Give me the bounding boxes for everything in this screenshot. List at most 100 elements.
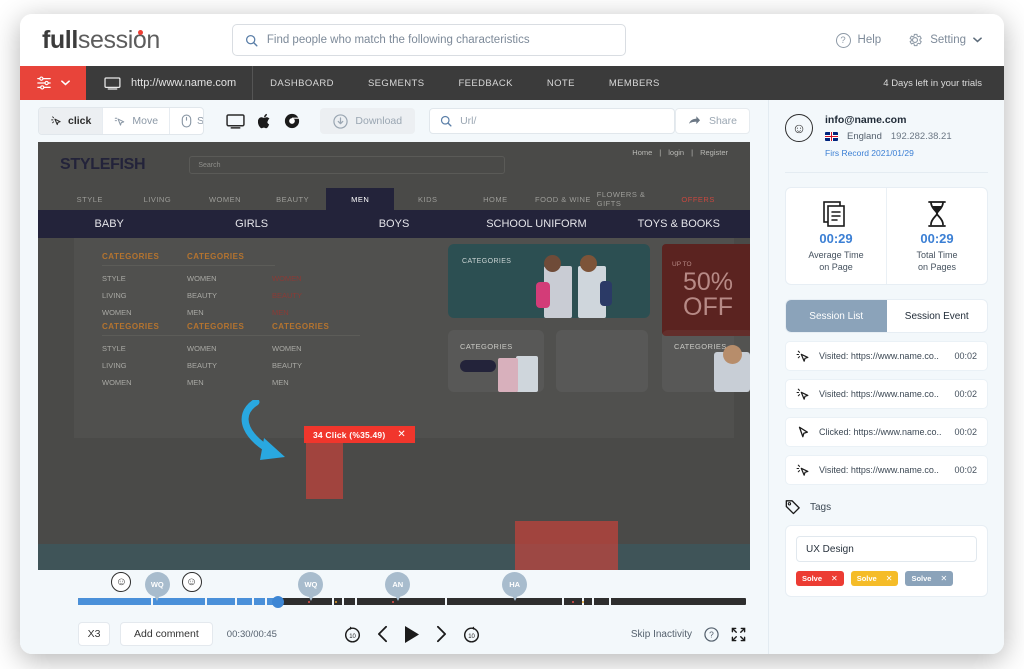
url-filter[interactable] <box>429 108 675 134</box>
heatmap-label-1[interactable]: 34 Click (%35.49) ✕ <box>304 426 415 443</box>
setting-button[interactable]: Setting <box>907 32 982 48</box>
site-nav2-baby[interactable]: BABY <box>38 210 180 238</box>
category-item[interactable]: STYLE <box>102 274 190 283</box>
session-replay-stage[interactable]: STYLEFISH Search Home | login | Register… <box>38 142 750 570</box>
visitor-first-record[interactable]: Firs Record 2021/01/29 <box>825 148 952 158</box>
site-url[interactable]: http://www.name.com <box>86 66 254 100</box>
help-button[interactable]: ? Help <box>835 32 881 48</box>
tab-session-list[interactable]: Session List <box>786 300 887 332</box>
app-logo[interactable]: fullsession <box>42 26 160 55</box>
category-item[interactable]: WOMEN <box>187 344 275 353</box>
timeline-marker-user[interactable]: HA <box>502 572 528 601</box>
download-button[interactable]: Download <box>320 108 416 134</box>
tag-chip-red[interactable]: Solve ✕ <box>796 571 844 586</box>
timeline-marker-user[interactable]: WQ <box>298 572 324 601</box>
nav-item-segments[interactable]: SEGMENTS <box>351 78 442 89</box>
timeline-marker-user[interactable]: AN <box>385 572 411 601</box>
apple-device-button[interactable] <box>258 113 271 129</box>
category-item[interactable]: BEAUTY <box>187 291 275 300</box>
category-item[interactable]: WOMEN <box>272 274 360 283</box>
site-link-login[interactable]: login <box>668 148 684 157</box>
close-icon[interactable]: ✕ <box>886 574 893 583</box>
site-link-home[interactable]: Home <box>632 148 652 157</box>
playback-speed-button[interactable]: X3 <box>78 622 110 646</box>
heatmap-region-2[interactable] <box>515 521 618 570</box>
global-search[interactable] <box>231 24 626 56</box>
nav-item-dashboard[interactable]: DASHBOARD <box>253 78 351 89</box>
category-item[interactable]: LIVING <box>102 291 190 300</box>
site-link-register[interactable]: Register <box>700 148 728 157</box>
site-nav2-boys[interactable]: BOYS <box>323 210 465 238</box>
nav-item-note[interactable]: NOTE <box>530 78 592 89</box>
help-circle-icon[interactable]: ? <box>704 626 719 642</box>
heatmap-region-1[interactable] <box>306 442 343 499</box>
chrome-browser-button[interactable] <box>284 113 300 129</box>
add-comment-button[interactable]: Add comment <box>120 622 213 646</box>
category-item[interactable]: WOMEN <box>187 274 275 283</box>
tag-chip-yellow[interactable]: Solve ✕ <box>850 571 899 586</box>
category-item[interactable]: WOMEN <box>272 344 360 353</box>
site-nav-food-wine[interactable]: FOOD & WINE <box>529 188 597 210</box>
timeline-marker-emoji[interactable]: ☺ <box>181 572 202 592</box>
category-item[interactable]: LIVING <box>102 361 190 370</box>
list-item[interactable]: Visited: https://www.name.co.. 00:02 <box>785 341 988 371</box>
mode-scroll[interactable]: Scroll <box>170 108 203 134</box>
list-item[interactable]: Clicked: https://www.name.co.. 00:02 <box>785 417 988 447</box>
nav-item-feedback[interactable]: FEEDBACK <box>441 78 529 89</box>
site-nav-living[interactable]: LIVING <box>124 188 192 210</box>
close-icon[interactable]: ✕ <box>397 429 406 440</box>
timeline-marker-emoji[interactable]: ☺ <box>111 572 132 592</box>
site-nav-home[interactable]: HOME <box>462 188 530 210</box>
promo-discount-banner[interactable]: UP TO 50% OFF <box>662 244 750 336</box>
site-nav-beauty[interactable]: BEAUTY <box>259 188 327 210</box>
desktop-device-button[interactable] <box>226 113 246 129</box>
category-item[interactable]: BEAUTY <box>187 361 275 370</box>
promo-card-left[interactable]: CATEGORIES <box>448 330 544 392</box>
site-nav-style[interactable]: STYLE <box>56 188 124 210</box>
category-item[interactable]: BEAUTY <box>272 291 360 300</box>
promo-card-right[interactable]: CATEGORIES <box>662 330 750 392</box>
site-search-field[interactable]: Search <box>189 156 506 174</box>
timeline[interactable]: ☺ WQ ☺ WQ AN HA <box>78 572 746 608</box>
promo-card-button[interactable] <box>460 360 496 372</box>
tag-input[interactable] <box>796 536 977 562</box>
category-item[interactable]: BEAUTY <box>272 361 360 370</box>
site-nav-women[interactable]: WOMEN <box>191 188 259 210</box>
skip-inactivity-button[interactable]: Skip Inactivity <box>631 629 692 640</box>
fullscreen-icon[interactable] <box>731 627 746 642</box>
url-filter-input[interactable] <box>460 115 664 127</box>
list-item[interactable]: Visited: https://www.name.co.. 00:02 <box>785 379 988 409</box>
tag-chip-grey[interactable]: Solve ✕ <box>905 571 954 586</box>
filter-menu-button[interactable] <box>20 66 86 100</box>
mode-move[interactable]: Move <box>103 108 171 134</box>
next-icon[interactable] <box>435 625 448 643</box>
site-nav2-girls[interactable]: GIRLS <box>180 210 322 238</box>
category-item[interactable]: MEN <box>187 378 275 387</box>
rewind-10-icon[interactable]: 10 <box>344 626 361 643</box>
previous-icon[interactable] <box>376 625 389 643</box>
forward-10-icon[interactable]: 10 <box>463 626 480 643</box>
share-button[interactable]: Share <box>674 108 750 134</box>
timeline-scrubber[interactable] <box>272 596 285 608</box>
nav-item-members[interactable]: MEMBERS <box>592 78 677 89</box>
site-nav-offers[interactable]: OFFERS <box>664 188 732 210</box>
close-icon[interactable]: ✕ <box>831 574 838 583</box>
site-nav2-school-uniform[interactable]: SCHOOL UNIFORM <box>465 210 607 238</box>
category-item[interactable]: WOMEN <box>102 378 190 387</box>
category-item[interactable]: WOMEN <box>102 308 190 317</box>
list-item[interactable]: Visited: https://www.name.co.. 00:02 <box>785 455 988 485</box>
promo-card-kids[interactable]: CATEGORIES <box>448 244 650 318</box>
search-input[interactable] <box>266 34 613 46</box>
site-nav-men[interactable]: MEN <box>326 188 394 210</box>
category-item[interactable]: MEN <box>272 378 360 387</box>
mode-click[interactable]: click <box>39 108 104 134</box>
category-item[interactable]: MEN <box>272 308 360 317</box>
tab-session-event[interactable]: Session Event <box>887 300 988 332</box>
site-nav2-toys-books[interactable]: TOYS & BOOKS <box>608 210 750 238</box>
promo-card-middle[interactable] <box>556 330 648 392</box>
timeline-marker-user[interactable]: WQ <box>144 572 170 601</box>
play-icon[interactable] <box>404 625 420 644</box>
category-item[interactable]: STYLE <box>102 344 190 353</box>
site-nav-flowers-gifts[interactable]: FLOWERS & GIFTS <box>597 188 665 210</box>
close-icon[interactable]: ✕ <box>940 574 947 583</box>
